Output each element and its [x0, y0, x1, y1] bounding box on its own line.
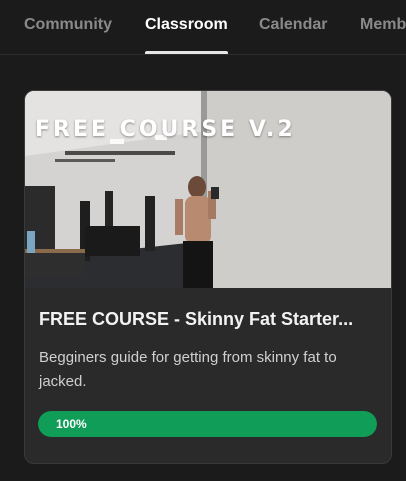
- tab-bar: Community Classroom Calendar Members: [0, 0, 406, 55]
- progress-label: 100%: [56, 417, 87, 431]
- course-card[interactable]: FREE COURSE V.2 FREE COURSE - Skinny Fat…: [24, 90, 392, 464]
- tab-classroom[interactable]: Classroom: [145, 0, 228, 54]
- tab-community[interactable]: Community: [24, 0, 112, 54]
- progress-fill: [38, 411, 377, 437]
- tab-members[interactable]: Members: [360, 0, 406, 54]
- progress-bar: 100%: [38, 411, 377, 437]
- course-title: FREE COURSE - Skinny Fat Starter...: [39, 309, 354, 329]
- tab-calendar[interactable]: Calendar: [259, 0, 327, 54]
- course-banner-text: FREE COURSE V.2: [35, 117, 296, 142]
- course-description: Begginers guide for getting from skinny …: [39, 349, 337, 390]
